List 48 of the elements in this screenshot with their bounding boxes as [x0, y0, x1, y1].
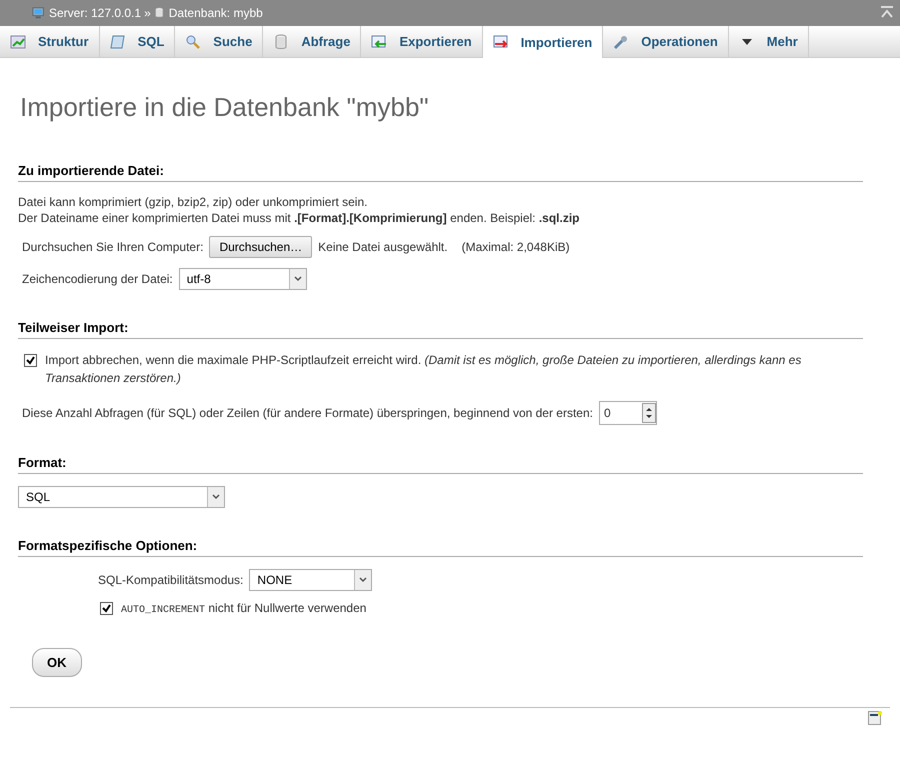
checkbox-label: nicht für Nullwerte verwenden — [208, 601, 366, 615]
note-text: Der Dateiname einer komprimierten Datei muss mit .[Format].[Komprimierung] enden. Beispiel: .sql.zip — [18, 210, 580, 226]
tab[interactable]: Exportieren — [361, 26, 483, 57]
section-heading: Zu importierende Datei: — [18, 163, 863, 182]
max-size-note: (Maximal: 2,048KiB) — [462, 240, 570, 254]
breadcrumb-link[interactable]: Server: 127.0.0.1 — [49, 6, 142, 20]
caret-icon — [212, 494, 220, 500]
section-heading: Teilweiser Import: — [18, 320, 863, 339]
scroll-icon — [110, 34, 126, 50]
tab[interactable]: Abfrage — [263, 26, 362, 57]
console-icon[interactable] — [868, 710, 882, 726]
wrench-icon — [613, 34, 630, 50]
spinner-arrows-icon[interactable] — [642, 403, 656, 423]
tab[interactable]: Importieren — [482, 26, 604, 58]
field-label: Durchsuchen Sie Ihren Computer: — [22, 240, 204, 254]
checkbox[interactable] — [24, 354, 37, 367]
breadcrumb-separator: » — [144, 6, 151, 20]
tab[interactable]: SQL — [100, 26, 176, 57]
checkbox[interactable] — [100, 602, 113, 615]
dropdown[interactable]: NONE — [249, 569, 372, 591]
tab[interactable]: Mehr — [728, 26, 809, 57]
page-title: Importiere in die Datenbank "mybb" — [20, 92, 430, 123]
tab[interactable]: Struktur — [0, 26, 100, 57]
tab[interactable]: Suche — [175, 26, 264, 57]
breadcrumb-link[interactable]: Datenbank: mybb — [168, 6, 263, 20]
database-icon — [154, 7, 166, 19]
dropdown[interactable]: SQL — [18, 486, 225, 508]
section-heading: Format: — [18, 455, 863, 474]
file-status: Keine Datei ausgewählt. — [318, 240, 448, 254]
note-text: Datei kann komprimiert (gzip, bzip2, zip) oder unkomprimiert sein. — [18, 194, 368, 210]
caret-icon — [294, 276, 302, 282]
search-icon — [185, 34, 202, 50]
number-field[interactable]: 0 — [599, 401, 657, 425]
browse-button[interactable]: Durchsuchen… — [209, 236, 312, 258]
field-label: Zeichencodierung der Datei: — [22, 272, 173, 286]
checkbox-label: Import abbrechen, wenn die maximale PHP-Scriptlaufzeit erreicht wird. (Damit ist es möglich, große Dateien zu importieren, allerdings kann es Transaktionen zerstören.) — [45, 352, 802, 387]
tab[interactable]: Operationen — [603, 26, 729, 57]
dropdown[interactable]: utf-8 — [178, 268, 307, 290]
ok-button[interactable]: OK — [32, 648, 82, 677]
field-label: Diese Anzahl Abfragen (für SQL) oder Zeilen (für andere Formate) überspringen, beginnend von der ersten: — [22, 406, 593, 420]
caret-icon — [359, 577, 368, 583]
server-icon — [32, 6, 46, 20]
code-text: AUTO_INCREMENT — [121, 605, 206, 616]
field-label: SQL-Kompatibilitätsmodus: — [98, 573, 244, 587]
collapse-icon[interactable] — [880, 6, 894, 18]
table-chart-icon — [10, 34, 26, 50]
database-icon — [273, 34, 290, 50]
section-heading: Formatspezifische Optionen: — [18, 538, 863, 557]
